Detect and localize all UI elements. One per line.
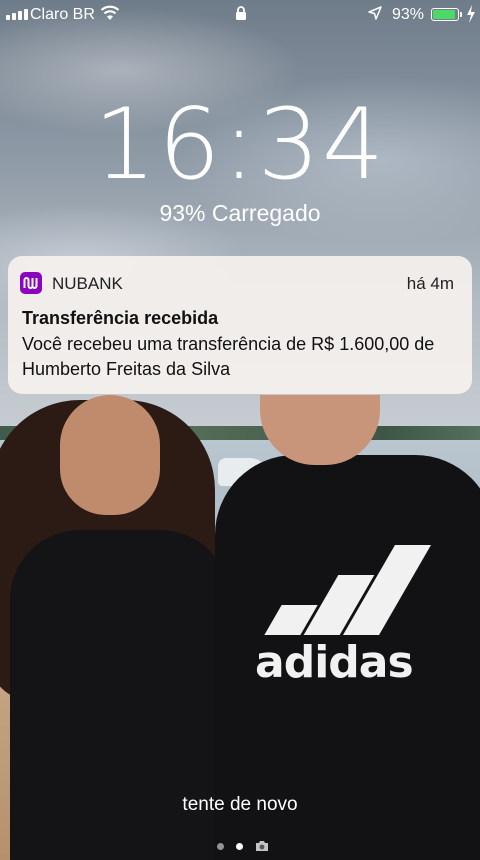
page-dot[interactable] (217, 843, 224, 850)
charging-icon (467, 5, 475, 23)
camera-icon[interactable] (255, 840, 269, 852)
location-icon (368, 6, 382, 20)
nubank-icon (20, 272, 42, 294)
lock-icon (236, 6, 246, 20)
battery-percent: 93% (392, 6, 425, 23)
page-indicator[interactable] (0, 840, 480, 854)
woman-figure (0, 390, 240, 860)
notification-title: Transferência recebida (22, 308, 219, 328)
notification-card[interactable]: NUBANK há 4m Transferência recebida Você… (8, 256, 472, 394)
notification-body: Você recebeu uma transferência de R$ 1.6… (22, 334, 435, 379)
status-bar: Claro BR 93% (0, 0, 480, 30)
notification-time: há 4m (406, 274, 454, 293)
signal-icon (6, 9, 28, 20)
notification-app-name: NUBANK (52, 274, 123, 293)
shirt-logo-text: adidas (255, 637, 414, 688)
page-dot-active[interactable] (236, 843, 243, 850)
battery-level (433, 10, 456, 19)
unlock-hint: tente de novo (182, 794, 298, 815)
charging-status: 93% Carregado (159, 200, 321, 226)
carrier-name: Claro BR (30, 6, 95, 23)
battery-icon (431, 8, 459, 21)
lock-screen-clock: 16:34 (93, 88, 387, 202)
wifi-icon (100, 5, 120, 20)
shirt-logo: adidas (255, 545, 435, 688)
